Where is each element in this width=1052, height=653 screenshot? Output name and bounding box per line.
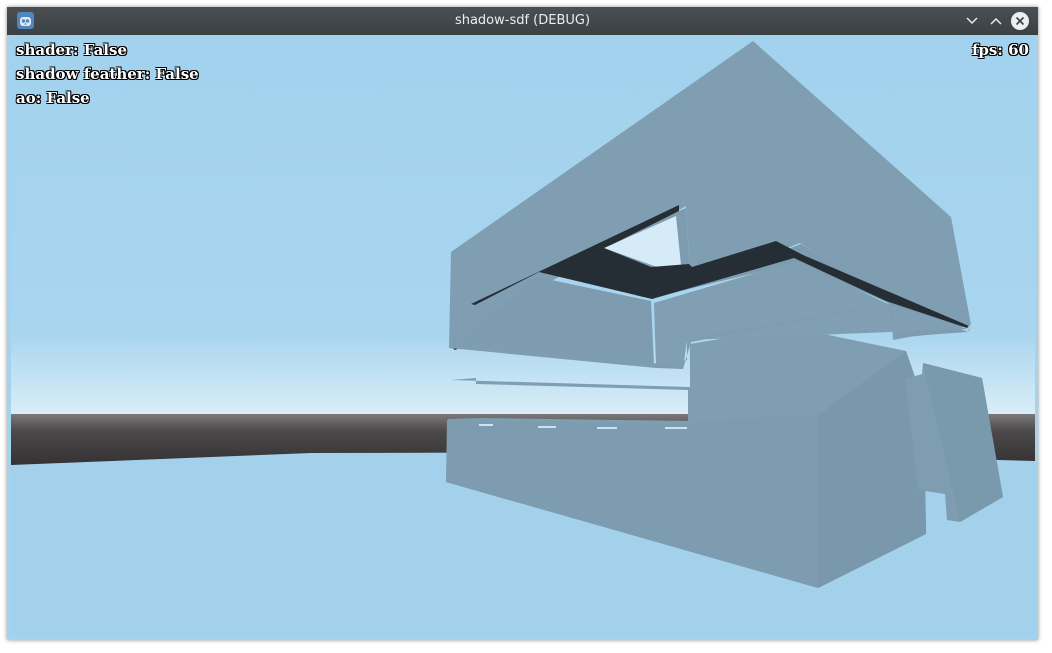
3d-scene: [11, 35, 1035, 636]
game-viewport[interactable]: shader: False shadow feather: False ao: …: [11, 35, 1035, 636]
shadow-feather-status: shadow feather: False: [16, 65, 199, 83]
close-button[interactable]: [1011, 12, 1029, 30]
chevron-down-icon: [966, 17, 978, 25]
close-icon: [1015, 16, 1025, 26]
window-title: shadow-sdf (DEBUG): [454, 13, 591, 28]
app-window: shadow-sdf (DEBUG) shader: False shadow …: [7, 7, 1038, 640]
ao-status: ao: False: [16, 89, 90, 107]
minimize-button[interactable]: [963, 12, 981, 30]
debug-overlay: shader: False shadow feather: False ao: …: [16, 38, 199, 110]
title-bar[interactable]: shadow-sdf (DEBUG): [7, 7, 1038, 35]
maximize-button[interactable]: [987, 12, 1005, 30]
shader-status: shader: False: [16, 41, 127, 59]
chevron-up-icon: [990, 17, 1002, 25]
fps-counter: fps: 60: [971, 41, 1029, 59]
